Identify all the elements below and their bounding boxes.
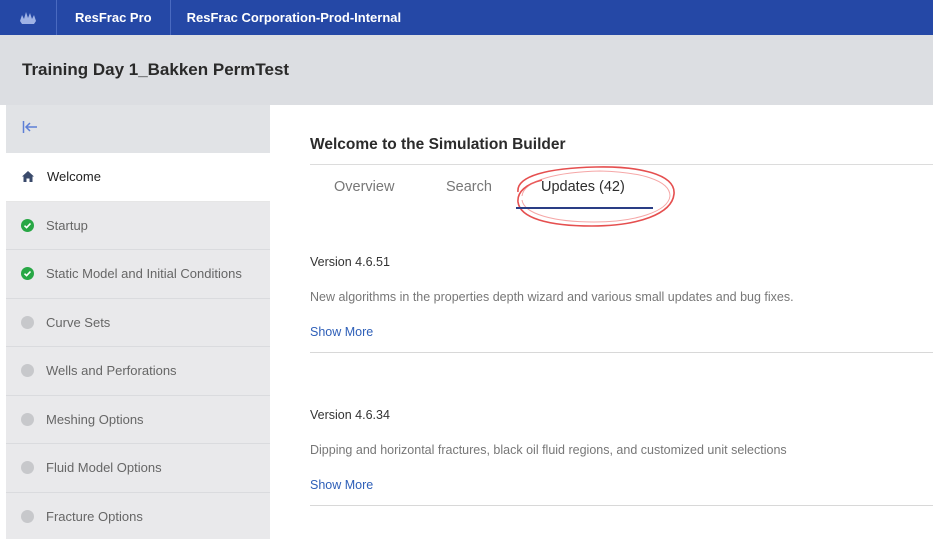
gray-dot-icon bbox=[21, 509, 34, 523]
sidebar-item-label: Fracture Options bbox=[46, 508, 143, 524]
project-header: Training Day 1_Bakken PermTest bbox=[0, 35, 933, 105]
show-more-link[interactable]: Show More bbox=[310, 478, 933, 492]
check-circle-icon bbox=[21, 218, 34, 232]
main-content: Welcome to the Simulation Builder Overvi… bbox=[310, 105, 933, 227]
sidebar-item-label: Meshing Options bbox=[46, 411, 144, 427]
check-circle-icon bbox=[21, 267, 34, 281]
sidebar-item-curve-sets[interactable]: Curve Sets bbox=[6, 299, 270, 347]
sidebar-item-fluid-model[interactable]: Fluid Model Options bbox=[6, 444, 270, 493]
show-more-link[interactable]: Show More bbox=[310, 325, 933, 339]
home-icon bbox=[21, 170, 35, 183]
resfrac-logo-icon[interactable] bbox=[0, 0, 56, 35]
sidebar-item-startup[interactable]: Startup bbox=[6, 202, 270, 250]
sidebar-item-label: Wells and Perforations bbox=[46, 363, 177, 379]
project-title: Training Day 1_Bakken PermTest bbox=[22, 60, 290, 79]
update-entry: Version 4.6.34 Dipping and horizontal fr… bbox=[310, 408, 933, 506]
sidebar-item-fracture-options[interactable]: Fracture Options bbox=[6, 493, 270, 539]
product-name[interactable]: ResFrac Pro bbox=[57, 10, 170, 25]
gray-dot-icon bbox=[21, 461, 34, 475]
active-tab-indicator bbox=[516, 207, 653, 209]
tab-overview[interactable]: Overview bbox=[334, 179, 394, 195]
update-entry: Version 4.6.51 New algorithms in the pro… bbox=[310, 255, 933, 353]
sidebar-item-label: Startup bbox=[46, 217, 88, 233]
sidebar-item-label: Welcome bbox=[47, 169, 101, 185]
sidebar-item-welcome[interactable]: Welcome bbox=[6, 153, 270, 202]
sidebar-item-static-model[interactable]: Static Model and Initial Conditions bbox=[6, 250, 270, 299]
annotation-circle bbox=[517, 166, 675, 227]
sidebar-item-label: Fluid Model Options bbox=[46, 460, 162, 476]
divider bbox=[310, 505, 933, 506]
organization-name[interactable]: ResFrac Corporation-Prod-Internal bbox=[171, 10, 402, 25]
sidebar-item-label: Static Model and Initial Conditions bbox=[46, 266, 242, 282]
version-label: Version 4.6.51 bbox=[310, 255, 390, 269]
tab-search[interactable]: Search bbox=[446, 179, 492, 195]
page-title: Welcome to the Simulation Builder bbox=[310, 136, 566, 153]
update-description: Dipping and horizontal fractures, black … bbox=[310, 443, 787, 457]
sidebar-item-label: Curve Sets bbox=[46, 314, 111, 330]
sidebar: Welcome Startup Static Model and Initial… bbox=[6, 105, 270, 539]
gray-dot-icon bbox=[21, 412, 34, 426]
divider bbox=[310, 352, 933, 353]
top-bar: ResFrac Pro ResFrac Corporation-Prod-Int… bbox=[0, 0, 933, 35]
collapse-left-icon bbox=[22, 119, 38, 139]
gray-dot-icon bbox=[21, 315, 34, 329]
version-label: Version 4.6.34 bbox=[310, 408, 390, 422]
sidebar-item-meshing[interactable]: Meshing Options bbox=[6, 396, 270, 444]
update-description: New algorithms in the properties depth w… bbox=[310, 290, 794, 304]
sidebar-item-wells[interactable]: Wells and Perforations bbox=[6, 347, 270, 396]
collapse-sidebar-button[interactable] bbox=[6, 105, 270, 153]
gray-dot-icon bbox=[21, 364, 34, 378]
